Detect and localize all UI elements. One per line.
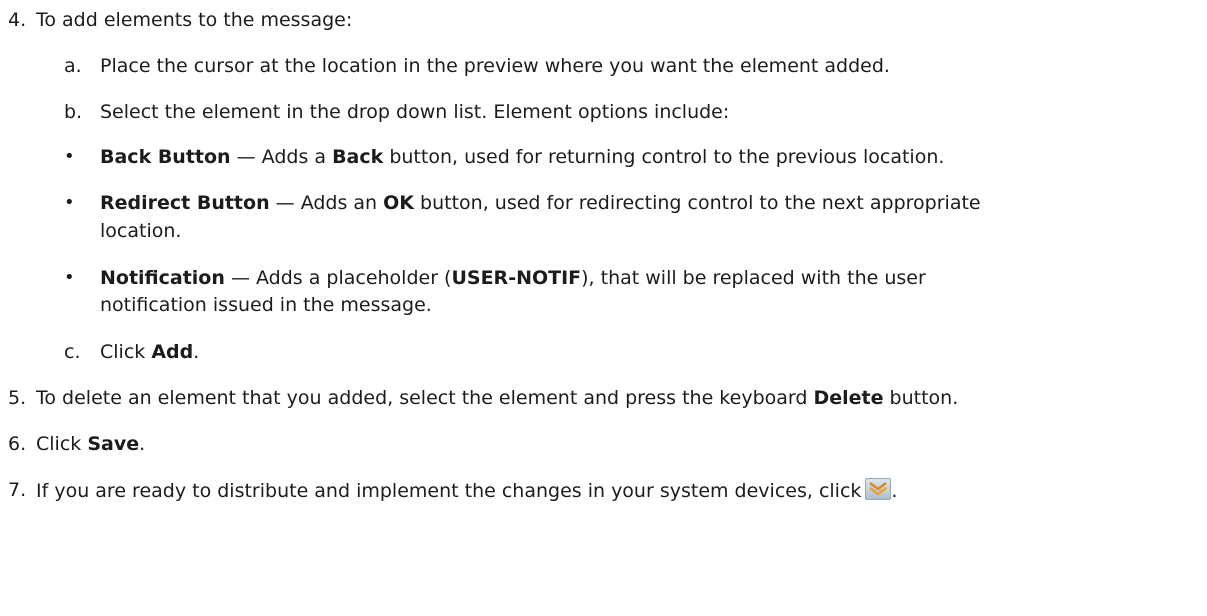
option-continuation: location. — [100, 220, 182, 242]
option-term: Notification — [100, 267, 225, 289]
substep-letter: b. — [64, 101, 83, 123]
option-continuation: notification issued in the message. — [100, 294, 432, 316]
option-term: Redirect Button — [100, 192, 270, 214]
substep-letter: c. — [64, 341, 81, 363]
bullet-marker: • — [64, 146, 75, 167]
substep-text: Select the element in the drop down list… — [100, 101, 730, 123]
step-number: 7. — [8, 479, 27, 501]
step-number: 5. — [8, 387, 27, 409]
button-name: Back — [332, 146, 384, 168]
option-term: Back Button — [100, 146, 231, 168]
substep-text: Place the cursor at the location in the … — [100, 55, 890, 77]
step-number: 4. — [8, 9, 27, 31]
button-name: OK — [383, 192, 415, 214]
distribute-icon — [865, 478, 892, 500]
bullet-marker: • — [64, 267, 75, 288]
button-name: Save — [87, 433, 140, 455]
bullet-marker: • — [64, 192, 75, 213]
placeholder-name: USER-NOTIF — [451, 267, 582, 289]
substep-letter: a. — [64, 55, 82, 77]
key-name: Delete — [813, 387, 884, 409]
step-number: 6. — [8, 433, 27, 455]
step-text: To add elements to the message: — [36, 9, 353, 31]
button-name: Add — [151, 341, 194, 363]
